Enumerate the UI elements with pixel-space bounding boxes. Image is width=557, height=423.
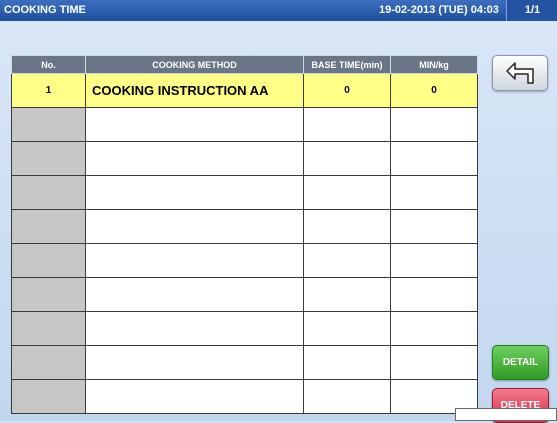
row-no [11, 311, 86, 346]
header-min-per-kg: MIN/kg [390, 55, 478, 74]
detail-button[interactable]: DETAIL [492, 345, 549, 380]
row-no: 1 [11, 73, 86, 108]
row-no [11, 175, 86, 210]
cooking-time-table: No. COOKING METHOD BASE TIME(min) MIN/kg… [11, 55, 478, 414]
row-base-time: 0 [303, 73, 391, 108]
row-cooking-method [85, 243, 304, 278]
row-cooking-method [85, 141, 304, 176]
row-cooking-method [85, 379, 304, 414]
row-base-time [303, 141, 391, 176]
row-base-time [303, 209, 391, 244]
return-arrow-icon [506, 62, 534, 84]
header-cooking-method: COOKING METHOD [85, 55, 304, 74]
input-field[interactable] [455, 408, 557, 421]
row-min-per-kg [390, 107, 478, 142]
row-base-time [303, 379, 391, 414]
main-panel: No. COOKING METHOD BASE TIME(min) MIN/kg… [0, 21, 557, 423]
date-time: 19-02-2013 (TUE) 04:03 [379, 4, 499, 16]
row-min-per-kg [390, 209, 478, 244]
row-base-time [303, 175, 391, 210]
row-base-time [303, 311, 391, 346]
row-cooking-method [85, 107, 304, 142]
row-min-per-kg [390, 141, 478, 176]
header-no: No. [11, 55, 86, 74]
row-min-per-kg [390, 345, 478, 380]
row-no [11, 107, 86, 142]
row-base-time [303, 345, 391, 380]
table-row[interactable] [11, 311, 478, 346]
row-no [11, 141, 86, 176]
row-cooking-method [85, 209, 304, 244]
row-cooking-method [85, 175, 304, 210]
row-no [11, 345, 86, 380]
page-indicator: 1/1 [506, 0, 557, 21]
screen-title: COOKING TIME [4, 4, 86, 16]
back-button[interactable] [492, 55, 548, 91]
row-min-per-kg [390, 311, 478, 346]
title-bar: COOKING TIME 19-02-2013 (TUE) 04:03 1/1 [0, 0, 557, 21]
table-row[interactable] [11, 209, 478, 244]
header-base-time: BASE TIME(min) [303, 55, 391, 74]
row-min-per-kg [390, 243, 478, 278]
table-header-row: No. COOKING METHOD BASE TIME(min) MIN/kg [11, 55, 478, 74]
table-row[interactable] [11, 379, 478, 414]
row-base-time [303, 107, 391, 142]
row-no [11, 243, 86, 278]
row-cooking-method [85, 277, 304, 312]
row-cooking-method: COOKING INSTRUCTION AA [85, 73, 304, 108]
table-row[interactable] [11, 175, 478, 210]
table-row[interactable] [11, 243, 478, 278]
row-no [11, 209, 86, 244]
row-cooking-method [85, 345, 304, 380]
row-no [11, 379, 86, 414]
row-min-per-kg [390, 277, 478, 312]
row-no [11, 277, 86, 312]
table-row[interactable] [11, 141, 478, 176]
row-min-per-kg [390, 175, 478, 210]
table-row[interactable] [11, 107, 478, 142]
row-base-time [303, 277, 391, 312]
row-base-time [303, 243, 391, 278]
table-row[interactable] [11, 277, 478, 312]
table-row[interactable] [11, 345, 478, 380]
table-row[interactable]: 1 COOKING INSTRUCTION AA 0 0 [11, 73, 478, 108]
row-min-per-kg: 0 [390, 73, 478, 108]
row-cooking-method [85, 311, 304, 346]
